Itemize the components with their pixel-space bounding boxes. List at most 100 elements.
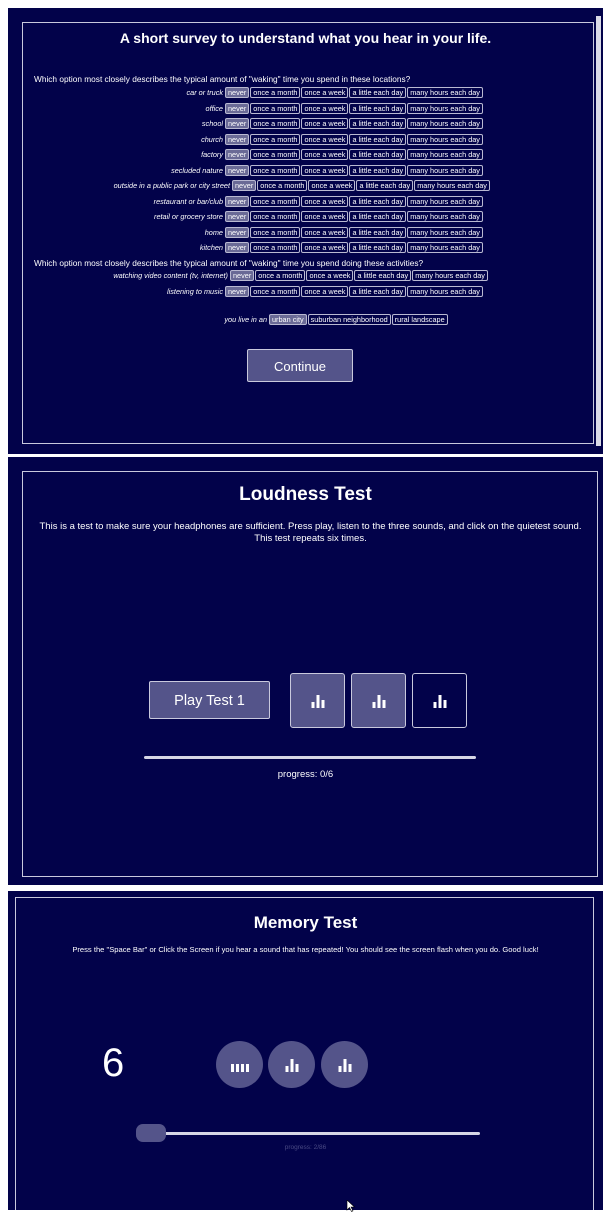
option-once-a-month[interactable]: once a month bbox=[250, 195, 301, 207]
option-never[interactable]: never bbox=[225, 87, 250, 98]
option-a-little-each-day[interactable]: a little each day bbox=[356, 180, 414, 191]
option-a-little-each-day[interactable]: a little each day bbox=[354, 270, 412, 281]
option-once-a-month[interactable]: once a month bbox=[250, 87, 301, 98]
option-once-a-week[interactable]: once a week bbox=[301, 118, 349, 129]
option-once-a-month[interactable]: once a month bbox=[250, 164, 301, 176]
option-once-a-week[interactable]: once a week bbox=[301, 195, 349, 207]
option-a-little-each-day[interactable]: a little each day bbox=[349, 195, 407, 207]
frequency-options: never once a month once a week a little eac… bbox=[225, 102, 484, 114]
option-a-little-each-day[interactable]: a little each day bbox=[349, 149, 407, 160]
option-many-hours-each-day[interactable]: many hours each day bbox=[407, 226, 483, 238]
option-once-a-month[interactable]: once a month bbox=[257, 180, 308, 191]
option-once-a-month[interactable]: once a month bbox=[250, 211, 301, 222]
option-a-little-each-day[interactable]: a little each day bbox=[349, 133, 407, 145]
option-many-hours-each-day[interactable]: many hours each day bbox=[407, 242, 483, 253]
option-once-a-week[interactable]: once a week bbox=[306, 270, 354, 281]
option-a-little-each-day[interactable]: a little each day bbox=[349, 211, 407, 222]
frequency-options: never once a month once a week a little eac… bbox=[225, 285, 484, 297]
option-a-little-each-day[interactable]: a little each day bbox=[349, 87, 407, 98]
option-a-little-each-day[interactable]: a little each day bbox=[349, 164, 407, 176]
activity-row: watching video content (tv, internet) nev… bbox=[8, 270, 603, 281]
option-many-hours-each-day[interactable]: many hours each day bbox=[407, 118, 483, 129]
option-never[interactable]: never bbox=[225, 195, 250, 207]
memory-sound-2 bbox=[268, 1041, 315, 1088]
memory-progress-handle bbox=[136, 1124, 166, 1142]
location-row: kitchen never once a month once a week a lit… bbox=[8, 242, 603, 253]
option-once-a-week[interactable]: once a week bbox=[301, 149, 349, 160]
option-never[interactable]: never bbox=[230, 270, 255, 281]
option-once-a-week[interactable]: once a week bbox=[308, 180, 356, 191]
option-many-hours-each-day[interactable]: many hours each day bbox=[407, 102, 483, 114]
loudness-description: This is a test to make sure your headpho… bbox=[39, 521, 582, 544]
sound-option-2[interactable] bbox=[351, 673, 406, 728]
option-never[interactable]: never bbox=[225, 285, 250, 297]
live-option-suburban-neighborhood[interactable]: suburban neighborhood bbox=[307, 314, 391, 325]
option-many-hours-each-day[interactable]: many hours each day bbox=[412, 270, 488, 281]
option-once-a-week[interactable]: once a week bbox=[301, 164, 349, 176]
option-never[interactable]: never bbox=[225, 149, 250, 160]
option-once-a-month[interactable]: once a month bbox=[250, 149, 301, 160]
option-once-a-month[interactable]: once a month bbox=[250, 226, 301, 238]
live-option-rural-landscape[interactable]: rural landscape bbox=[391, 314, 448, 325]
option-never[interactable]: never bbox=[225, 102, 250, 114]
option-a-little-each-day[interactable]: a little each day bbox=[349, 242, 407, 253]
option-never[interactable]: never bbox=[225, 164, 250, 176]
play-test-button[interactable]: Play Test 1 bbox=[149, 681, 270, 719]
option-once-a-month[interactable]: once a month bbox=[250, 102, 301, 114]
option-once-a-week[interactable]: once a week bbox=[301, 87, 349, 98]
loudness-title: Loudness Test bbox=[239, 484, 372, 505]
option-many-hours-each-day[interactable]: many hours each day bbox=[407, 87, 483, 98]
option-a-little-each-day[interactable]: a little each day bbox=[349, 102, 407, 114]
option-once-a-month[interactable]: once a month bbox=[250, 118, 301, 129]
memory-panel[interactable]: Memory Test Press the "Space Bar" or Cli… bbox=[8, 891, 603, 1212]
option-once-a-month[interactable]: once a month bbox=[250, 242, 301, 253]
option-never[interactable]: never bbox=[232, 180, 257, 191]
sound-option-3[interactable] bbox=[412, 673, 467, 728]
location-row: restaurant or bar/club never once a month o… bbox=[8, 195, 603, 207]
option-many-hours-each-day[interactable]: many hours each day bbox=[414, 180, 490, 191]
location-label: retail or grocery store bbox=[154, 212, 223, 221]
frequency-options: never once a month once a week a little eac… bbox=[225, 242, 484, 253]
option-many-hours-each-day[interactable]: many hours each day bbox=[407, 133, 483, 145]
option-many-hours-each-day[interactable]: many hours each day bbox=[407, 164, 483, 176]
option-once-a-week[interactable]: once a week bbox=[301, 211, 349, 222]
option-a-little-each-day[interactable]: a little each day bbox=[349, 226, 407, 238]
location-row: outside in a public park or city street n… bbox=[8, 180, 603, 191]
live-option-urban-city[interactable]: urban city bbox=[269, 314, 307, 325]
option-a-little-each-day[interactable]: a little each day bbox=[349, 285, 407, 297]
option-once-a-week[interactable]: once a week bbox=[301, 242, 349, 253]
option-many-hours-each-day[interactable]: many hours each day bbox=[407, 285, 483, 297]
live-options: urban city suburban neighborhood rural lan… bbox=[269, 314, 449, 325]
option-never[interactable]: never bbox=[225, 226, 250, 238]
sound-bars-icon bbox=[230, 1058, 249, 1072]
frequency-options: never once a month once a week a little eac… bbox=[225, 87, 484, 98]
sound-bars-icon bbox=[372, 694, 385, 708]
sound-bars-icon bbox=[433, 694, 446, 708]
sound-option-1[interactable] bbox=[290, 673, 345, 728]
loudness-panel: Loudness Test This is a test to make sur… bbox=[8, 457, 603, 885]
frequency-options: never once a month once a week a little eac… bbox=[225, 133, 484, 145]
option-never[interactable]: never bbox=[225, 211, 250, 222]
option-once-a-week[interactable]: once a week bbox=[301, 285, 349, 297]
location-row: secluded nature never once a month once a w… bbox=[8, 164, 603, 176]
sound-bars-icon bbox=[285, 1058, 298, 1072]
frequency-options: never once a month once a week a little eac… bbox=[225, 195, 484, 207]
memory-counter: 6 bbox=[102, 1041, 125, 1085]
option-once-a-month[interactable]: once a month bbox=[255, 270, 306, 281]
continue-button[interactable]: Continue bbox=[247, 349, 353, 382]
location-label: school bbox=[201, 119, 223, 128]
memory-progress-text: progress: 2/86 bbox=[284, 1144, 327, 1151]
option-many-hours-each-day[interactable]: many hours each day bbox=[407, 149, 483, 160]
option-once-a-month[interactable]: once a month bbox=[250, 133, 301, 145]
location-label: factory bbox=[201, 150, 223, 159]
option-once-a-month[interactable]: once a month bbox=[250, 285, 301, 297]
option-never[interactable]: never bbox=[225, 242, 250, 253]
option-never[interactable]: never bbox=[225, 118, 250, 129]
option-many-hours-each-day[interactable]: many hours each day bbox=[407, 195, 483, 207]
option-never[interactable]: never bbox=[225, 133, 250, 145]
option-a-little-each-day[interactable]: a little each day bbox=[349, 118, 407, 129]
option-once-a-week[interactable]: once a week bbox=[301, 226, 349, 238]
option-once-a-week[interactable]: once a week bbox=[301, 133, 349, 145]
option-many-hours-each-day[interactable]: many hours each day bbox=[407, 211, 483, 222]
option-once-a-week[interactable]: once a week bbox=[301, 102, 349, 114]
